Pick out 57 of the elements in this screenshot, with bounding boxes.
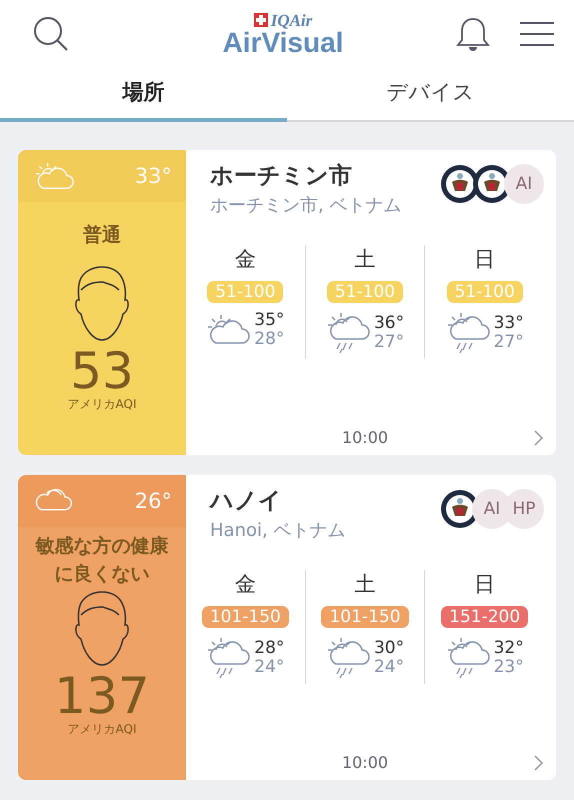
high-temperature: 30° bbox=[374, 639, 404, 658]
aqi-value: 53 bbox=[70, 346, 134, 396]
forecast-day: 日 bbox=[474, 570, 496, 598]
low-temperature: 23° bbox=[494, 658, 524, 677]
aqi-status: 敏感な方の健康に良くない bbox=[34, 534, 170, 587]
high-temperature: 33° bbox=[494, 314, 524, 333]
partly-cloudy-icon bbox=[34, 161, 74, 191]
location-card[interactable]: 26° 敏感な方の健康に良くない 137 アメリカAQI ハノイ Hanoi, ベトナム AI HP 金 101-150 28° 24° 土 101-150 30° 24° 日 151-200 32° 23° 10:00 bbox=[18, 475, 556, 780]
forecast-day: 金 bbox=[234, 245, 256, 273]
menu-icon[interactable] bbox=[520, 21, 554, 47]
aqi-value: 137 bbox=[54, 671, 150, 721]
aqi-range: 51-100 bbox=[207, 281, 284, 303]
low-temperature: 28° bbox=[254, 330, 284, 348]
location-text: Hanoi, ベトナム bbox=[210, 519, 346, 542]
chevron-right-icon[interactable] bbox=[534, 755, 544, 771]
rain-cloud-icon bbox=[326, 311, 370, 355]
forecast-day: 日 bbox=[474, 245, 496, 273]
high-temperature: 36° bbox=[374, 314, 404, 333]
update-time: 10:00 bbox=[342, 753, 388, 772]
rain-cloud-icon bbox=[446, 636, 490, 680]
rain-cloud-icon bbox=[446, 311, 490, 355]
low-temperature: 27° bbox=[494, 333, 524, 352]
rain-cloud-icon bbox=[206, 636, 250, 680]
aqi-label: アメリカAQI bbox=[68, 396, 136, 413]
forecast-day: 金 bbox=[234, 570, 256, 598]
low-temperature: 24° bbox=[374, 658, 404, 677]
aqi-range: 51-100 bbox=[326, 281, 404, 303]
location-text: ホーチミン市, ベトナム bbox=[210, 194, 402, 217]
aqi-range: 151-200 bbox=[441, 606, 528, 628]
source-badge: AI bbox=[504, 164, 544, 204]
current-temperature: 26° bbox=[134, 489, 172, 513]
brand-logo: IQAir bbox=[254, 12, 312, 28]
forecast-day: 土 bbox=[354, 570, 376, 598]
aqi-label: アメリカAQI bbox=[68, 721, 136, 738]
city-name: ハノイ bbox=[210, 487, 282, 516]
high-temperature: 32° bbox=[494, 639, 524, 658]
low-temperature: 24° bbox=[254, 658, 284, 677]
aqi-range: 51-100 bbox=[446, 281, 523, 303]
tab[interactable]: デバイス bbox=[287, 68, 574, 122]
search-icon[interactable] bbox=[32, 15, 70, 53]
app-title: AirVisual bbox=[222, 28, 344, 56]
high-temperature: 35° bbox=[254, 311, 284, 330]
high-temperature: 28° bbox=[254, 639, 284, 658]
current-temperature: 33° bbox=[134, 164, 172, 188]
aqi-range: 101-150 bbox=[321, 606, 409, 628]
forecast-day: 土 bbox=[354, 245, 376, 273]
partly-cloudy-icon bbox=[206, 313, 250, 346]
low-temperature: 27° bbox=[374, 333, 404, 352]
city-name: ホーチミン市 bbox=[210, 162, 352, 191]
notification-bell-icon[interactable] bbox=[456, 16, 490, 52]
aqi-status: 普通 bbox=[82, 223, 122, 248]
rain-cloud-icon bbox=[326, 636, 370, 680]
update-time: 10:00 bbox=[342, 428, 388, 447]
chevron-right-icon[interactable] bbox=[534, 430, 544, 446]
tab[interactable]: 場所 bbox=[0, 68, 287, 122]
location-card[interactable]: 33° 普通 53 アメリカAQI ホーチミン市 ホーチミン市, ベトナム AI 金 51-100 35° 28° 土 51-100 36° 27° 日 51-100 33° 27° 10:00 bbox=[18, 150, 556, 455]
aqi-range: 101-150 bbox=[202, 606, 289, 628]
